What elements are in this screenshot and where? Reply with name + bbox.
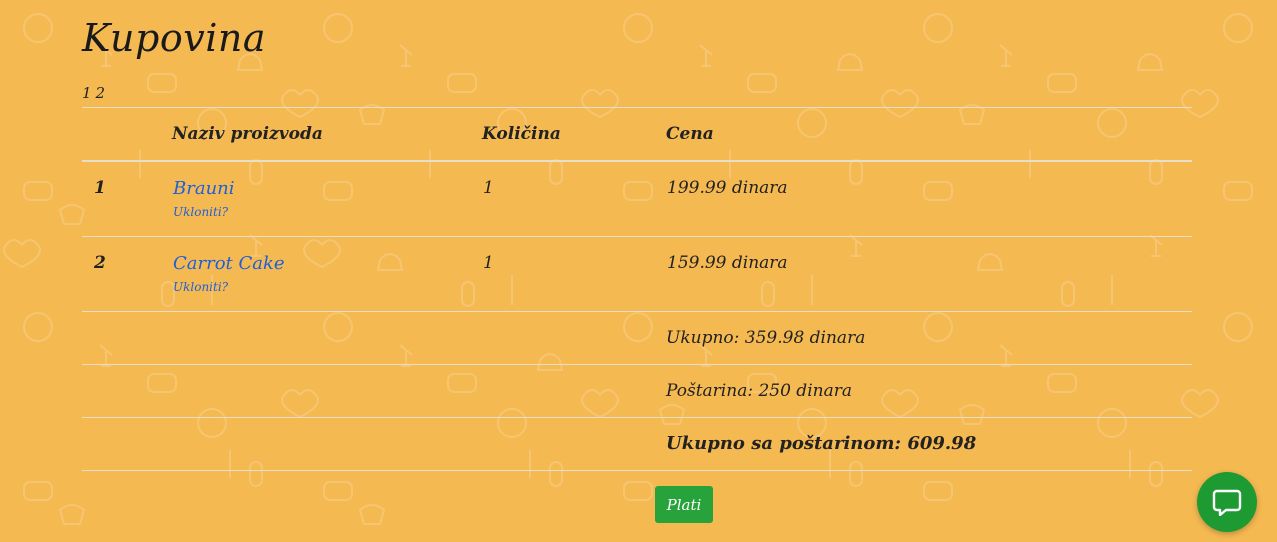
subtotal-row: Ukupno: 359.98 dinara [82,310,1192,364]
pager-item-1[interactable]: 1 [82,84,92,102]
header-number [82,107,172,162]
quantity-cell: 1 [482,235,666,311]
remove-link[interactable]: Ukloniti? [173,205,481,219]
pay-button[interactable]: Plati [655,486,713,523]
chat-button[interactable] [1197,472,1257,532]
product-link[interactable]: Carrot Cake [173,253,481,274]
shipping-row: Poštarina: 250 dinara [82,363,1192,417]
row-number: 2 [82,235,172,311]
remove-link[interactable]: Ukloniti? [173,280,481,294]
price-cell: 199.99 dinara [666,160,1192,236]
table-bottom-border [82,469,1192,472]
shipping-text: Poštarina: 250 dinara [666,363,1192,417]
product-cell: Carrot Cake Ukloniti? [172,235,482,311]
table-header-row: Naziv proizvoda Količina Cena [82,107,1192,162]
cart-table: Naziv proizvoda Količina Cena 1 Brauni U… [82,107,1192,472]
header-price: Cena [666,107,1192,162]
table-row: 1 Brauni Ukloniti? 1 199.99 dinara [82,160,1192,236]
table-row: 2 Carrot Cake Ukloniti? 1 159.99 dinara [82,235,1192,311]
total-row: Ukupno sa poštarinom: 609.98 [82,416,1192,470]
quantity-cell: 1 [482,160,666,236]
pager: 12 [82,84,109,102]
header-quantity: Količina [482,107,666,162]
total-text: Ukupno sa poštarinom: 609.98 [666,416,1192,470]
header-product-name: Naziv proizvoda [172,107,482,162]
product-link[interactable]: Brauni [173,178,481,199]
subtotal-text: Ukupno: 359.98 dinara [666,310,1192,364]
price-cell: 159.99 dinara [666,235,1192,311]
page-title: Kupovina [82,16,266,60]
product-cell: Brauni Ukloniti? [172,160,482,236]
pager-item-2[interactable]: 2 [96,84,106,102]
row-number: 1 [82,160,172,236]
chat-bubble-icon [1212,489,1242,516]
